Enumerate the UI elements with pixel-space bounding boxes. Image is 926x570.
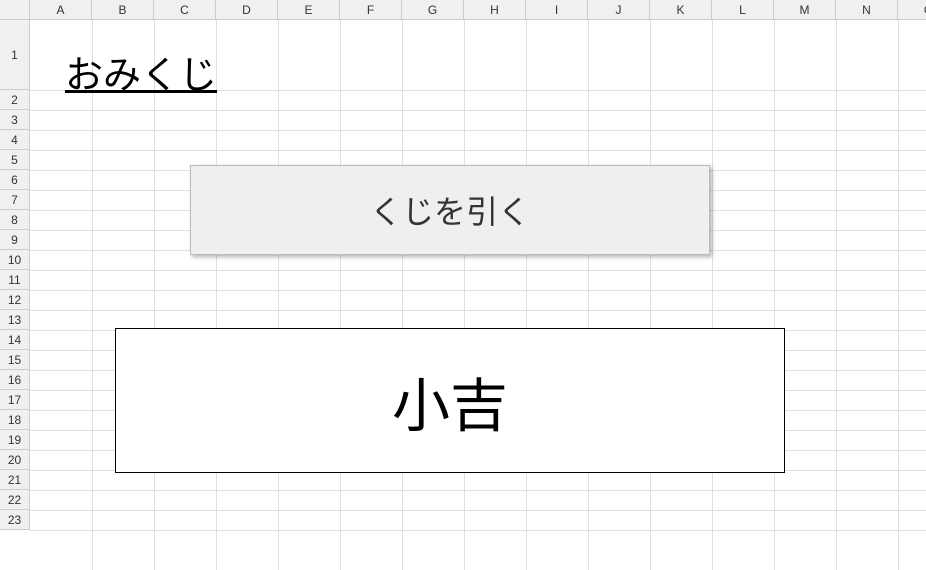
row-header-10[interactable]: 10	[0, 250, 30, 270]
row-header-5[interactable]: 5	[0, 150, 30, 170]
select-all-corner[interactable]	[0, 0, 30, 20]
grid-line	[464, 20, 465, 570]
row-headers: 1234567891011121314151617181920212223	[0, 20, 30, 530]
grid-line	[30, 130, 926, 131]
grid-line	[402, 20, 403, 570]
grid-line	[30, 270, 926, 271]
grid-line	[30, 290, 926, 291]
grid-line	[526, 20, 527, 570]
column-header-a[interactable]: A	[30, 0, 92, 20]
column-header-h[interactable]: H	[464, 0, 526, 20]
row-header-9[interactable]: 9	[0, 230, 30, 250]
draw-fortune-button[interactable]: くじを引く	[190, 165, 710, 255]
row-header-19[interactable]: 19	[0, 430, 30, 450]
grid-line	[30, 510, 926, 511]
grid-line	[30, 310, 926, 311]
grid-line	[154, 20, 155, 570]
row-header-1[interactable]: 1	[0, 20, 30, 90]
column-headers: ABCDEFGHIJKLMNO	[0, 0, 926, 20]
row-header-18[interactable]: 18	[0, 410, 30, 430]
grid-line	[712, 20, 713, 570]
row-header-7[interactable]: 7	[0, 190, 30, 210]
grid-line	[340, 20, 341, 570]
grid-line	[278, 20, 279, 570]
column-header-k[interactable]: K	[650, 0, 712, 20]
row-header-17[interactable]: 17	[0, 390, 30, 410]
grid-line	[30, 110, 926, 111]
row-header-15[interactable]: 15	[0, 350, 30, 370]
grid-line	[774, 20, 775, 570]
row-header-3[interactable]: 3	[0, 110, 30, 130]
column-header-l[interactable]: L	[712, 0, 774, 20]
column-header-c[interactable]: C	[154, 0, 216, 20]
row-header-14[interactable]: 14	[0, 330, 30, 350]
grid-area[interactable]: おみくじ くじを引く 小吉	[30, 20, 926, 570]
grid-line	[836, 20, 837, 570]
grid-line	[588, 20, 589, 570]
row-header-13[interactable]: 13	[0, 310, 30, 330]
column-header-d[interactable]: D	[216, 0, 278, 20]
row-header-22[interactable]: 22	[0, 490, 30, 510]
row-header-23[interactable]: 23	[0, 510, 30, 530]
column-header-e[interactable]: E	[278, 0, 340, 20]
row-header-12[interactable]: 12	[0, 290, 30, 310]
row-header-8[interactable]: 8	[0, 210, 30, 230]
column-header-b[interactable]: B	[92, 0, 154, 20]
column-header-m[interactable]: M	[774, 0, 836, 20]
column-header-i[interactable]: I	[526, 0, 588, 20]
row-header-16[interactable]: 16	[0, 370, 30, 390]
grid-line	[898, 20, 899, 570]
grid-line	[30, 490, 926, 491]
row-header-11[interactable]: 11	[0, 270, 30, 290]
row-header-21[interactable]: 21	[0, 470, 30, 490]
column-header-f[interactable]: F	[340, 0, 402, 20]
row-header-6[interactable]: 6	[0, 170, 30, 190]
sheet-title: おみくじ	[65, 44, 217, 99]
grid-line	[30, 530, 926, 531]
column-header-j[interactable]: J	[588, 0, 650, 20]
row-header-2[interactable]: 2	[0, 90, 30, 110]
grid-line	[30, 150, 926, 151]
fortune-result-box: 小吉	[115, 328, 785, 473]
column-header-n[interactable]: N	[836, 0, 898, 20]
grid-line	[92, 20, 93, 570]
grid-line	[650, 20, 651, 570]
grid-line	[216, 20, 217, 570]
spreadsheet-sheet: ABCDEFGHIJKLMNO 123456789101112131415161…	[0, 0, 926, 570]
column-header-o[interactable]: O	[898, 0, 926, 20]
row-header-4[interactable]: 4	[0, 130, 30, 150]
fortune-result-text: 小吉	[392, 359, 508, 443]
row-header-20[interactable]: 20	[0, 450, 30, 470]
column-header-g[interactable]: G	[402, 0, 464, 20]
